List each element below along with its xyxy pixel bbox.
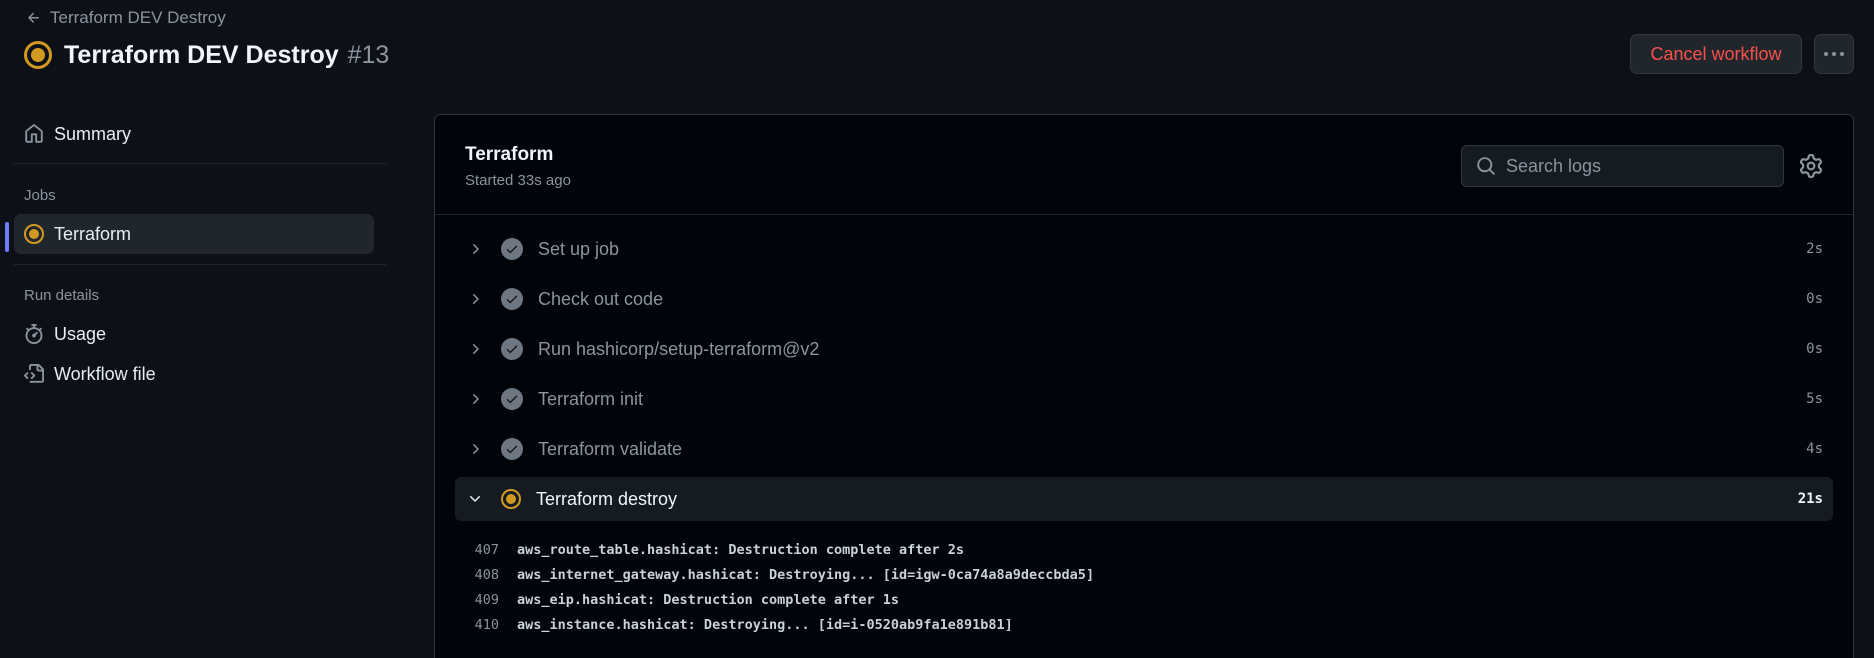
job-title: Terraform [465,144,554,165]
chevron-right-icon [473,294,479,304]
sidebar-item-workflow-file[interactable]: Workflow file [14,354,374,394]
arrow-left-icon [28,12,39,23]
chevron-right-icon [473,344,479,354]
step-label: Run hashicorp/setup-terraform@v2 [538,338,820,359]
log-line-text: aws_instance.hashicat: Destroying... [id… [517,616,1013,633]
step-label: Terraform validate [538,438,683,459]
step-row[interactable]: Run hashicorp/setup-terraform@v2 0s [455,327,1833,371]
sidebar-item-label: Usage [54,323,107,344]
log-line-number[interactable]: 409 [435,592,517,608]
step-row-expanded[interactable]: Terraform destroy 21s [455,477,1833,521]
log-line-text: aws_internet_gateway.hashicat: Destroyin… [517,566,1095,583]
run-details-heading: Run details [24,287,100,304]
search-logs-input[interactable] [1506,155,1766,177]
chevron-right-icon [473,444,479,454]
log-line: 409 aws_eip.hashicat: Destruction comple… [435,587,899,612]
step-duration: 0s [1806,341,1823,357]
in-progress-status-icon [501,489,521,509]
run-title-row: Terraform DEV Destroy #13 [24,38,389,72]
log-line-number[interactable]: 407 [435,542,517,558]
home-icon [25,124,43,143]
step-duration: 2s [1806,241,1823,257]
more-options-button[interactable] [1814,34,1854,74]
step-duration: 4s [1806,441,1823,457]
active-indicator [5,222,9,252]
log-line: 410 aws_instance.hashicat: Destroying...… [435,612,1013,637]
sidebar-item-terraform-job[interactable]: Terraform [14,214,374,254]
step-label: Set up job [538,238,620,259]
step-label: Check out code [538,288,664,309]
back-link-label[interactable]: Terraform DEV Destroy [50,8,226,28]
gear-icon[interactable] [1799,154,1823,178]
sidebar-item-usage[interactable]: Usage [14,314,374,354]
step-duration: 0s [1806,291,1823,307]
step-row[interactable]: Terraform init 5s [455,377,1833,421]
sidebar-item-label: Terraform [54,223,132,244]
sidebar-item-summary[interactable]: Summary [14,114,374,154]
step-row[interactable]: Terraform validate 4s [455,427,1833,471]
sidebar-item-label: Summary [54,123,132,144]
step-row[interactable]: Set up job 2s [455,227,1833,271]
run-number: #13 [347,40,390,69]
check-circle-icon [501,238,523,260]
step-label: Terraform destroy [536,488,678,509]
check-circle-icon [501,288,523,310]
sidebar-item-label: Workflow file [54,363,156,384]
chevron-down-icon [470,496,480,502]
search-logs-field[interactable] [1461,145,1784,187]
search-icon [1477,157,1495,175]
check-circle-icon [501,338,523,360]
chevron-right-icon [473,394,479,404]
chevron-right-icon [473,244,479,254]
step-duration: 5s [1806,391,1823,407]
log-line: 407 aws_route_table.hashicat: Destructio… [435,537,964,562]
log-line-number[interactable]: 408 [435,567,517,583]
cancel-workflow-button[interactable]: Cancel workflow [1630,34,1802,74]
kebab-icon [1824,52,1828,56]
job-started-time: Started 33s ago [465,172,571,189]
jobs-heading: Jobs [24,187,56,204]
log-line-text: aws_route_table.hashicat: Destruction co… [517,541,965,558]
back-link[interactable]: Terraform DEV Destroy [26,7,226,29]
log-line-text: aws_eip.hashicat: Destruction complete a… [517,591,900,608]
file-code-icon [24,364,44,383]
job-header: Terraform Started 33s ago [435,115,1853,215]
sidebar-divider [14,264,386,265]
log-line: 408 aws_internet_gateway.hashicat: Destr… [435,562,1094,587]
in-progress-status-icon [24,41,52,69]
check-circle-icon [501,388,523,410]
step-row[interactable]: Check out code 0s [455,277,1833,321]
workflow-run-page: Terraform DEV Destroy Terraform DEV Dest… [0,0,1874,658]
stopwatch-icon [25,324,43,344]
job-panel: Terraform Started 33s ago Set up job 2s … [434,114,1854,658]
sidebar-divider [14,163,386,164]
step-label: Terraform init [538,388,644,409]
page-title: Terraform DEV Destroy [64,40,339,69]
step-duration: 21s [1797,491,1823,507]
log-line-number[interactable]: 410 [435,617,517,633]
in-progress-status-icon [24,224,44,244]
check-circle-icon [501,438,523,460]
